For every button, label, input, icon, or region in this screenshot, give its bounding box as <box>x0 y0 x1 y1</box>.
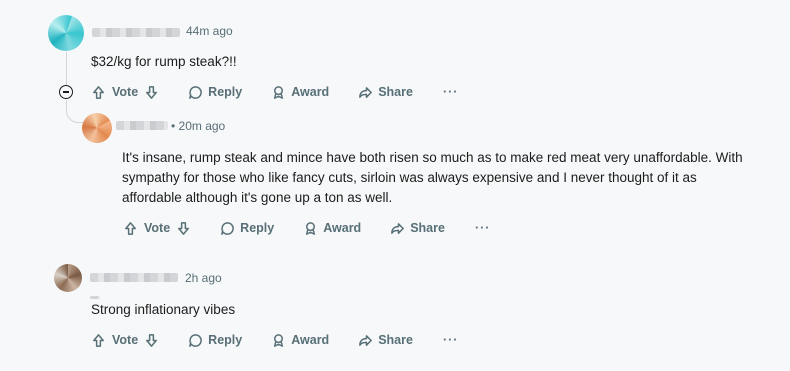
share-icon <box>359 86 373 98</box>
more-icon[interactable]: ··· <box>443 333 459 347</box>
share-button[interactable]: Share <box>390 221 445 236</box>
vote-label: Vote <box>144 221 171 235</box>
vote-label: Vote <box>112 85 139 99</box>
arrow-up-icon <box>93 333 104 347</box>
award-icon <box>274 85 284 99</box>
collapse-icon[interactable] <box>59 85 73 99</box>
share-icon <box>391 222 405 234</box>
comment-actions: Vote Reply Award Share ··· <box>91 82 458 102</box>
reply-label: Reply <box>240 221 275 235</box>
downvote-button[interactable] <box>176 221 191 236</box>
share-button[interactable]: Share <box>358 333 413 348</box>
share-label: Share <box>378 85 413 99</box>
arrow-down-icon <box>146 85 158 99</box>
avatar[interactable] <box>82 113 112 143</box>
comment-body-line: affordable although it's gone up a ton a… <box>122 190 393 205</box>
award-icon <box>306 221 316 235</box>
award-button[interactable]: Award <box>303 221 361 236</box>
comment-body-line: It's insane, rump steak and mince have b… <box>122 150 743 165</box>
flair-blurred <box>90 296 100 299</box>
reply-button[interactable]: Reply <box>188 85 242 100</box>
vote-label: Vote <box>112 333 139 347</box>
comment-body-line: sympathy for those who like fancy cuts, … <box>122 170 697 185</box>
reply-label: Reply <box>208 85 243 99</box>
reply-button[interactable]: Reply <box>188 333 242 348</box>
comment-body: $32/kg for rump steak?!! <box>91 54 237 69</box>
arrow-up-icon <box>125 221 136 235</box>
comment-actions: Vote Reply Award Share ··· <box>91 330 458 350</box>
award-icon <box>274 333 284 347</box>
reply-label: Reply <box>208 333 243 347</box>
avatar[interactable] <box>48 15 84 51</box>
comment-bubble-icon <box>189 333 202 347</box>
username-blurred[interactable] <box>116 121 168 130</box>
share-button[interactable]: Share <box>358 85 413 100</box>
thread-connector <box>66 100 83 123</box>
downvote-button[interactable] <box>144 85 159 100</box>
more-icon[interactable]: ··· <box>475 221 491 235</box>
arrow-up-icon <box>93 85 104 99</box>
arrow-down-icon <box>146 333 158 347</box>
reply-button[interactable]: Reply <box>220 221 274 236</box>
share-label: Share <box>378 333 413 347</box>
upvote-button[interactable] <box>91 85 112 100</box>
share-icon <box>359 334 373 346</box>
upvote-button[interactable] <box>123 221 144 236</box>
award-button[interactable]: Award <box>271 333 329 348</box>
upvote-button[interactable] <box>91 333 112 348</box>
timestamp: • 20m ago <box>171 119 226 133</box>
downvote-button[interactable] <box>144 333 159 348</box>
username-blurred[interactable] <box>90 273 178 282</box>
award-label: Award <box>291 333 330 347</box>
award-button[interactable]: Award <box>271 85 329 100</box>
comment-bubble-icon <box>189 85 202 99</box>
award-label: Award <box>323 221 362 235</box>
timestamp: 44m ago <box>186 24 233 38</box>
comment-body: Strong inflationary vibes <box>91 302 236 317</box>
share-label: Share <box>410 221 445 235</box>
award-label: Award <box>291 85 330 99</box>
timestamp: 2h ago <box>185 271 222 285</box>
thread-line <box>66 52 67 85</box>
more-icon[interactable]: ··· <box>443 85 459 99</box>
comment-bubble-icon <box>221 221 234 235</box>
username-blurred[interactable] <box>92 28 180 37</box>
comment-actions: Vote Reply Award Share ··· <box>123 218 490 238</box>
arrow-down-icon <box>178 221 190 235</box>
avatar[interactable] <box>54 264 82 292</box>
